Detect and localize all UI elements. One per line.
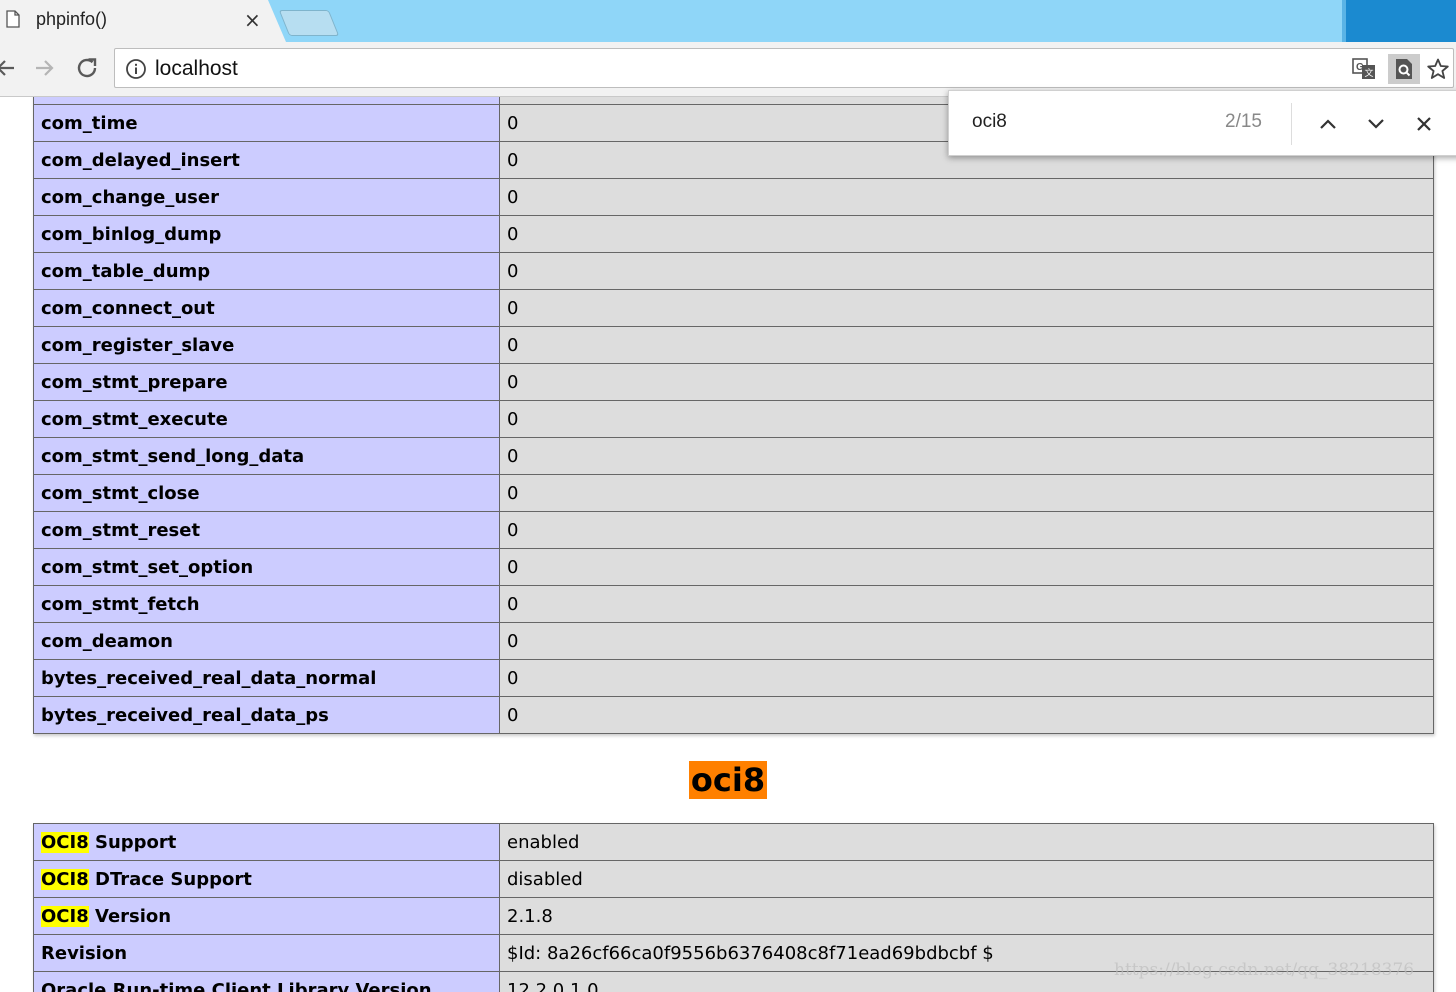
browser-toolbar: localhost G文 (0, 42, 1456, 97)
row-key: OCI8 Support (33, 823, 500, 861)
row-key: com_binlog_dump (33, 215, 500, 253)
table-row: bytes_received_real_data_normal 0 (33, 659, 1434, 697)
row-key: com_table_dump (33, 252, 500, 290)
table-row: OCI8 DTrace Support disabled (33, 860, 1434, 898)
find-match-count: 2/15 (1225, 111, 1262, 132)
watermark: https://blog.csdn.net/qq_38218376 (1114, 960, 1415, 980)
row-key-text: DTrace Support (88, 868, 252, 890)
chevron-down-icon[interactable] (1363, 111, 1389, 137)
page-content: com_time 0 com_delayed_insert 0 com_change_u… (0, 97, 1456, 992)
oci8-heading: oci8 (688, 761, 768, 799)
tab-phpinfo[interactable]: phpinfo() × (0, 0, 286, 42)
back-icon[interactable] (0, 54, 20, 82)
row-value: 0 (499, 289, 1434, 327)
table-row: OCI8 Version 2.1.8 (33, 897, 1434, 935)
find-input[interactable]: oci8 (972, 111, 1007, 133)
table-row: com_stmt_send_long_data 0 (33, 437, 1434, 475)
row-key: com_change_user (33, 178, 500, 216)
window-corner (1346, 0, 1456, 42)
table-row: OCI8 Support enabled (33, 823, 1434, 861)
table-row: com_stmt_fetch 0 (33, 585, 1434, 623)
mysqlnd-statistics-table: com_time 0 com_delayed_insert 0 com_change_u… (33, 97, 1434, 734)
row-value: 2.1.8 (499, 897, 1434, 935)
row-value: disabled (499, 860, 1434, 898)
address-bar[interactable]: localhost G文 (114, 48, 1454, 88)
table-row: com_stmt_execute 0 (33, 400, 1434, 438)
svg-text:文: 文 (1365, 67, 1374, 79)
table-row: com_stmt_set_option 0 (33, 548, 1434, 586)
row-key: com_stmt_prepare (33, 363, 500, 401)
row-key: bytes_received_real_data_normal (33, 659, 500, 697)
translate-icon[interactable]: G文 (1351, 57, 1377, 81)
chevron-up-icon[interactable] (1315, 111, 1341, 137)
row-key: com_deamon (33, 622, 500, 660)
info-icon[interactable] (123, 57, 149, 81)
reload-icon[interactable] (73, 54, 101, 82)
table-row: bytes_received_real_data_ps 0 (33, 696, 1434, 734)
table-row: com_binlog_dump 0 (33, 215, 1434, 253)
row-value: 0 (499, 548, 1434, 586)
row-value: 0 (499, 474, 1434, 512)
tab-close-icon[interactable]: × (244, 8, 261, 32)
row-key: com_connect_out (33, 289, 500, 327)
row-key: com_stmt_set_option (33, 548, 500, 586)
row-key: com_register_slave (33, 326, 500, 364)
row-value: 0 (499, 511, 1434, 549)
row-key: com_stmt_fetch (33, 585, 500, 623)
table-row: com_table_dump 0 (33, 252, 1434, 290)
row-key: OCI8 DTrace Support (33, 860, 500, 898)
table-row: com_stmt_close 0 (33, 474, 1434, 512)
row-value: 0 (499, 363, 1434, 401)
search-match-highlight: OCI8 (41, 831, 89, 853)
row-value: 0 (499, 252, 1434, 290)
row-key: com_time (33, 104, 500, 142)
url-text: localhost (155, 57, 238, 80)
row-key (33, 97, 500, 105)
row-value: 0 (499, 659, 1434, 697)
row-key-text: Oracle Run-time Client Library Version (41, 979, 432, 992)
row-value: 0 (499, 437, 1434, 475)
table-row: com_deamon 0 (33, 622, 1434, 660)
row-value: 0 (499, 585, 1434, 623)
tab-strip: phpinfo() × (0, 0, 1456, 42)
close-icon[interactable] (1411, 111, 1437, 137)
row-value: 0 (499, 215, 1434, 253)
forward-icon[interactable] (30, 54, 58, 82)
table-row: com_connect_out 0 (33, 289, 1434, 327)
search-match-highlight: OCI8 (41, 905, 89, 927)
row-value: 0 (499, 178, 1434, 216)
search-match-highlight: OCI8 (41, 868, 89, 890)
table-row: com_stmt_reset 0 (33, 511, 1434, 549)
row-key: OCI8 Version (33, 897, 500, 935)
page-icon (6, 10, 20, 28)
row-value: 0 (499, 400, 1434, 438)
row-value: 0 (499, 622, 1434, 660)
section-heading: oci8 (0, 761, 1456, 799)
row-key-text: Revision (41, 942, 128, 964)
table-row: com_stmt_prepare 0 (33, 363, 1434, 401)
row-key: com_delayed_insert (33, 141, 500, 179)
tab-title: phpinfo() (36, 9, 108, 29)
new-tab-button[interactable] (278, 10, 340, 36)
row-key-text: Version (88, 905, 172, 927)
table-row: com_change_user 0 (33, 178, 1434, 216)
find-divider (1291, 103, 1292, 145)
row-value: 0 (499, 696, 1434, 734)
star-icon[interactable] (1425, 57, 1451, 81)
row-key-text: Support (88, 831, 177, 853)
row-key: Oracle Run-time Client Library Version (33, 971, 500, 992)
row-key: com_stmt_execute (33, 400, 500, 438)
table-row: com_register_slave 0 (33, 326, 1434, 364)
row-value: enabled (499, 823, 1434, 861)
row-value: 0 (499, 326, 1434, 364)
row-key: bytes_received_real_data_ps (33, 696, 500, 734)
find-bar: oci8 2/15 (948, 90, 1456, 156)
row-key: com_stmt_send_long_data (33, 437, 500, 475)
row-key: com_stmt_reset (33, 511, 500, 549)
find-icon[interactable] (1388, 54, 1420, 84)
row-key: Revision (33, 934, 500, 972)
row-key: com_stmt_close (33, 474, 500, 512)
